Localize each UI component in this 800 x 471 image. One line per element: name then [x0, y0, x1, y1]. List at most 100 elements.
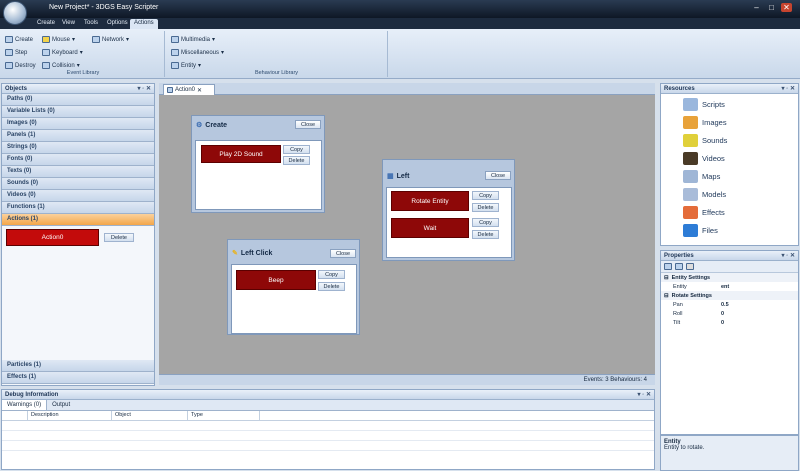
property-row[interactable]: Roll 0: [661, 309, 798, 318]
tab-warnings[interactable]: Warnings (0): [2, 400, 48, 410]
menu-view[interactable]: View: [58, 19, 79, 29]
delete-button[interactable]: Delete: [472, 203, 499, 212]
collapse-icon[interactable]: ⊟: [664, 293, 669, 299]
property-row[interactable]: Tilt 0: [661, 318, 798, 327]
block-close-button[interactable]: Close: [485, 171, 511, 180]
event-block-left-click[interactable]: ✎ Left Click Close Beep Copy Delete: [227, 239, 360, 335]
event-block-create[interactable]: ⚙ Create Close Play 2D Sound Copy Delete: [191, 115, 325, 213]
tab-output[interactable]: Output: [47, 400, 75, 410]
block-close-button[interactable]: Close: [295, 120, 321, 129]
property-row[interactable]: Entity ent: [661, 282, 798, 291]
menu-tools[interactable]: Tools: [80, 19, 102, 29]
collision-event-button[interactable]: Collision ▾: [42, 62, 80, 69]
panel-controls-icon[interactable]: ▾ ◦ ✕: [138, 85, 152, 92]
action-beep[interactable]: Beep: [236, 270, 316, 290]
resource-sounds[interactable]: Sounds: [683, 134, 727, 147]
tab-close-icon[interactable]: ✕: [197, 87, 202, 94]
resource-maps[interactable]: Maps: [683, 170, 720, 183]
object-category-actions[interactable]: Actions (1): [2, 214, 154, 226]
network-event-button[interactable]: Network ▾: [92, 36, 129, 43]
object-category-functions[interactable]: Functions (1): [2, 202, 154, 214]
debug-table-header: Description Object Type: [2, 411, 654, 421]
entity-button[interactable]: Entity ▾: [171, 62, 201, 69]
app-orb-icon[interactable]: [3, 1, 27, 25]
resource-images[interactable]: Images: [683, 116, 727, 129]
resource-videos[interactable]: Videos: [683, 152, 725, 165]
objects-header: Objects ▾ ◦ ✕: [2, 84, 154, 94]
destroy-event-button[interactable]: Destroy: [5, 62, 36, 69]
sort-alpha-icon[interactable]: [675, 263, 683, 270]
property-section[interactable]: ⊟ Rotate Settings: [661, 291, 798, 300]
actions-list: Action0 Delete: [2, 226, 154, 250]
panel-controls-icon[interactable]: ▾ ◦ ✕: [638, 391, 652, 398]
property-value[interactable]: 0: [721, 311, 724, 317]
menu-options[interactable]: Options: [103, 19, 132, 29]
object-category-sounds[interactable]: Sounds (0): [2, 178, 154, 190]
property-pages-icon[interactable]: [686, 263, 694, 270]
menu-actions[interactable]: Actions: [130, 19, 158, 29]
action0-delete-button[interactable]: Delete: [104, 233, 134, 242]
block-actions-area: Rotate Entity Copy Delete Wait Copy Dele…: [386, 187, 512, 258]
action0-button[interactable]: Action0: [6, 229, 99, 246]
panel-controls-icon[interactable]: ▾ ◦ ✕: [782, 252, 796, 259]
delete-button[interactable]: Delete: [283, 156, 310, 165]
object-category-effects[interactable]: Effects (1): [2, 372, 154, 384]
table-row: [2, 421, 654, 431]
ribbon: Create Mouse ▾ Network ▾ Step Keyboard ▾ De…: [0, 29, 800, 79]
panel-controls-icon[interactable]: ▾ ◦ ✕: [782, 85, 796, 92]
object-category-texts[interactable]: Texts (0): [2, 166, 154, 178]
property-section[interactable]: ⊟ Entity Settings: [661, 273, 798, 282]
property-value[interactable]: 0.5: [721, 302, 729, 308]
object-category-variable-lists[interactable]: Variable Lists (0): [2, 106, 154, 118]
delete-button[interactable]: Delete: [472, 230, 499, 239]
delete-button[interactable]: Delete: [318, 282, 345, 291]
object-category-fonts[interactable]: Fonts (0): [2, 154, 154, 166]
close-button[interactable]: ✕: [781, 3, 792, 12]
step-event-button[interactable]: Step: [5, 49, 27, 56]
resource-files[interactable]: Files: [683, 224, 718, 237]
multimedia-button[interactable]: Multimedia ▾: [171, 36, 215, 43]
miscellaneous-button[interactable]: Miscellaneous ▾: [171, 49, 224, 56]
collapse-icon[interactable]: ⊟: [664, 275, 669, 281]
column-description[interactable]: Description: [28, 411, 112, 420]
maximize-button[interactable]: □: [766, 3, 777, 12]
block-title-text: Left: [396, 172, 410, 180]
keyboard-event-button[interactable]: Keyboard ▾: [42, 49, 83, 56]
section-title: Entity Settings: [671, 274, 711, 281]
property-value[interactable]: ent: [721, 284, 729, 290]
object-category-images[interactable]: Images (0): [2, 118, 154, 130]
action-play-2d-sound[interactable]: Play 2D Sound: [201, 145, 281, 163]
action-rotate-entity[interactable]: Rotate Entity: [391, 191, 469, 211]
action-canvas[interactable]: ⚙ Create Close Play 2D Sound Copy Delete …: [159, 95, 655, 385]
menu-create[interactable]: Create: [33, 19, 59, 29]
object-category-strings[interactable]: Strings (0): [2, 142, 154, 154]
property-row[interactable]: Pan 0.5: [661, 300, 798, 309]
column-object[interactable]: Object: [112, 411, 188, 420]
copy-button[interactable]: Copy: [472, 191, 499, 200]
resource-label: Maps: [702, 172, 721, 181]
object-category-paths[interactable]: Paths (0): [2, 94, 154, 106]
property-name: Entity: [673, 283, 687, 290]
action-wait[interactable]: Wait: [391, 218, 469, 238]
event-block-left[interactable]: ▦ Left Close Rotate Entity Copy Delete Wa…: [382, 159, 515, 261]
tab-action0[interactable]: Action0 ✕: [163, 84, 215, 95]
copy-button[interactable]: Copy: [283, 145, 310, 154]
resource-models[interactable]: Models: [683, 188, 726, 201]
object-category-particles[interactable]: Particles (1): [2, 360, 154, 372]
mouse-event-button[interactable]: Mouse ▾: [42, 36, 75, 43]
scripts-folder-icon: [683, 98, 698, 111]
resource-scripts[interactable]: Scripts: [683, 98, 725, 111]
object-category-videos[interactable]: Videos (0): [2, 190, 154, 202]
create-event-button[interactable]: Create: [5, 36, 33, 43]
resource-effects[interactable]: Effects: [683, 206, 725, 219]
block-title: ✎ Left Click: [232, 249, 272, 258]
categorized-icon[interactable]: [664, 263, 672, 270]
column-type[interactable]: Type: [188, 411, 260, 420]
copy-button[interactable]: Copy: [318, 270, 345, 279]
block-close-button[interactable]: Close: [330, 249, 356, 258]
property-value[interactable]: 0: [721, 320, 724, 326]
minimize-button[interactable]: –: [751, 3, 762, 12]
keyboard-icon: [42, 49, 50, 56]
copy-button[interactable]: Copy: [472, 218, 499, 227]
object-category-panels[interactable]: Panels (1): [2, 130, 154, 142]
